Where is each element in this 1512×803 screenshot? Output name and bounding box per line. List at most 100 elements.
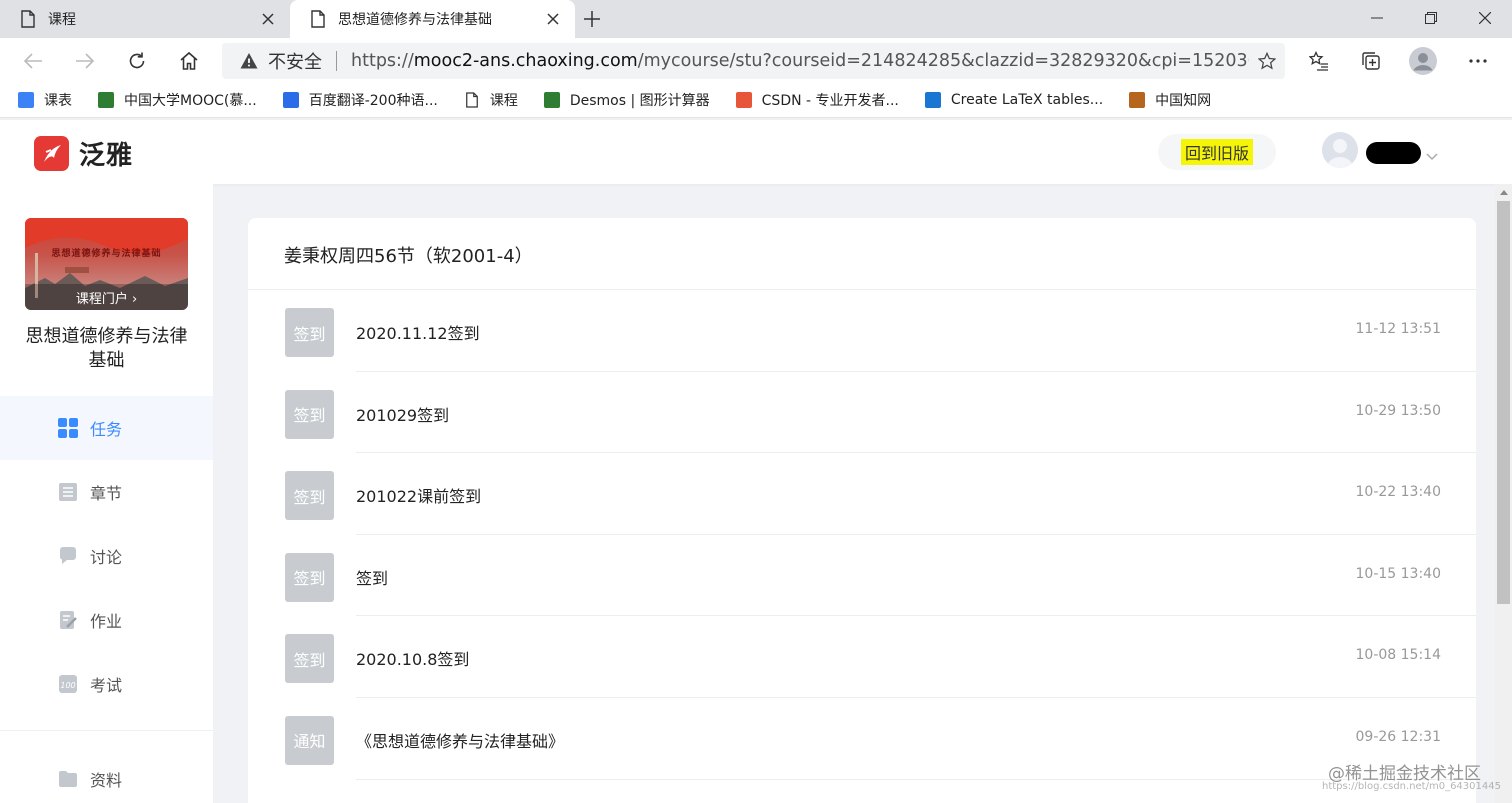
sidebar-nav: 任务 章节 讨论 作业 100 考试	[0, 396, 213, 716]
course-name: 思想道德修养与法律基础	[25, 326, 188, 371]
page-icon	[21, 10, 35, 28]
insecure-label: 不安全	[268, 52, 322, 73]
task-type-badge: 签到	[285, 308, 334, 357]
task-time: 10-08 15:14	[1355, 647, 1441, 664]
bookmark-label: 课表	[44, 92, 72, 109]
close-tab-icon[interactable]	[543, 9, 563, 29]
sidebar-item-discussion[interactable]: 讨论	[0, 524, 213, 588]
task-grid-icon	[58, 418, 78, 438]
bookmark-label: 中国知网	[1155, 92, 1212, 109]
folder-icon	[58, 769, 78, 789]
bookmark-label: 中国大学MOOC(慕...	[124, 92, 257, 109]
bookmark-label: 百度翻译-200种语...	[308, 92, 438, 109]
task-row[interactable]: 通知 《思想道德修养与法律基础》 09-26 12:31	[248, 698, 1476, 780]
sidebar-item-chapters[interactable]: 章节	[0, 460, 213, 524]
username-redacted[interactable]	[1366, 142, 1421, 164]
sidebar-item-homework[interactable]: 作业	[0, 588, 213, 652]
kebiao-icon	[18, 91, 34, 108]
forward-arrow-icon[interactable]	[68, 44, 102, 78]
task-type-badge: 签到	[285, 552, 334, 602]
course-cover-image[interactable]: 思想道德修养与法律基础 课程门户 ›	[25, 218, 188, 310]
sidebar-divider	[0, 730, 213, 731]
task-title[interactable]: 201022课前签到	[356, 483, 481, 507]
task-row[interactable]: 签到 201029签到 10-29 13:50	[248, 372, 1476, 454]
new-tab-plus-icon[interactable]	[580, 7, 604, 31]
favorite-star-icon[interactable]	[1249, 52, 1285, 70]
task-title[interactable]: 2020.11.12签到	[356, 320, 480, 344]
exam-icon: 100	[58, 674, 78, 694]
scrollbar-thumb[interactable]	[1497, 201, 1510, 604]
bookmark-label: CSDN - 专业开发者...	[761, 92, 899, 109]
bookmark-item[interactable]: 课程	[464, 90, 518, 110]
favorites-list-icon[interactable]	[1302, 44, 1336, 78]
browser-tab[interactable]: 课程	[0, 0, 290, 38]
task-row[interactable]: 签到 2020.10.8签到 10-08 15:14	[248, 616, 1476, 698]
more-menu-icon[interactable]	[1461, 44, 1495, 78]
csdn-icon	[735, 91, 752, 108]
bookmark-item[interactable]: Desmos | 图形计算器	[543, 90, 710, 110]
task-title[interactable]: 签到	[356, 565, 388, 589]
task-row[interactable]: 签到 签到 10-15 13:40	[248, 535, 1476, 617]
homework-icon	[58, 610, 78, 630]
bookmark-item[interactable]: 百度翻译-200种语...	[282, 90, 438, 110]
bookmark-item[interactable]: 中国大学MOOC(慕...	[98, 90, 257, 110]
task-title[interactable]: 《思想道德修养与法律基础》	[356, 728, 564, 752]
old-version-label: 回到旧版	[1180, 139, 1253, 165]
task-time: 10-29 13:50	[1355, 402, 1441, 419]
bookmark-item[interactable]: Create LaTeX tables...	[924, 91, 1103, 108]
url-text[interactable]: https://mooc2-ans.chaoxing.com/mycourse/…	[351, 51, 1249, 71]
collections-icon[interactable]	[1354, 44, 1388, 78]
home-icon[interactable]	[172, 44, 206, 78]
user-avatar[interactable]	[1322, 132, 1358, 168]
browser-tab-bar: 课程 思想道德修养与法律基础	[0, 0, 1512, 38]
site-logo[interactable]: 泛雅	[34, 135, 133, 172]
sidebar-item-resources[interactable]: 资料	[0, 747, 213, 803]
mooc-icon	[98, 91, 114, 108]
refresh-icon[interactable]	[120, 44, 154, 78]
close-window-icon[interactable]	[1458, 0, 1512, 36]
browser-tab-active[interactable]: 思想道德修养与法律基础	[290, 0, 575, 38]
restore-icon[interactable]	[1404, 0, 1458, 36]
sidebar-item-label: 任务	[90, 420, 123, 439]
task-type-badge: 签到	[285, 389, 334, 439]
minimize-icon[interactable]	[1350, 0, 1404, 36]
watermark-url: https://blog.csdn.net/m0_64301445	[1322, 781, 1501, 792]
sidebar-item-label: 讨论	[90, 548, 123, 567]
back-arrow-icon[interactable]	[16, 44, 50, 78]
tab-title: 思想道德修养与法律基础	[338, 12, 492, 28]
fanya-logo-icon	[34, 136, 69, 171]
baidu-translate-icon	[282, 91, 299, 108]
task-time: 11-12 13:51	[1355, 321, 1441, 337]
task-divider	[356, 778, 1476, 780]
task-row[interactable]: 签到 201022课前签到 10-22 13:40	[248, 453, 1476, 535]
task-title[interactable]: 2020.10.8签到	[356, 646, 469, 670]
course-portal-link[interactable]: 课程门户 ›	[25, 284, 188, 310]
sidebar-item-tasks[interactable]: 任务	[0, 396, 213, 460]
url-host: mooc2-ans.chaoxing.com	[413, 51, 638, 71]
task-time: 10-22 13:40	[1355, 484, 1441, 501]
sidebar-item-exam[interactable]: 100 考试	[0, 652, 213, 716]
sidebar-item-label: 考试	[90, 676, 123, 695]
bookmark-item[interactable]: CSDN - 专业开发者...	[735, 90, 899, 110]
sidebar-item-label: 作业	[90, 612, 123, 631]
profile-avatar-icon[interactable]	[1406, 44, 1440, 78]
site-header: 泛雅 回到旧版	[0, 120, 1512, 184]
back-to-old-version-button[interactable]: 回到旧版	[1158, 134, 1276, 170]
task-row[interactable]: 签到 2020.11.12签到 11-12 13:51	[248, 290, 1476, 372]
scroll-up-arrow-icon[interactable]	[1497, 186, 1510, 199]
url-bar[interactable]: 不安全 https://mooc2-ans.chaoxing.com/mycou…	[222, 43, 1285, 79]
task-title[interactable]: 201029签到	[356, 402, 449, 426]
bookmarks-bar: 课表 中国大学MOOC(慕... 百度翻译-200种语... 课程 Desmos | 图…	[0, 82, 1512, 118]
url-path: /mycourse/stu?courseid=214824285&clazzid…	[637, 51, 1249, 71]
discussion-icon	[58, 546, 78, 566]
latex-tables-icon	[924, 91, 941, 108]
cnki-icon	[1129, 91, 1146, 108]
class-title: 姜秉权周四56节（软2001-4）	[284, 246, 533, 267]
close-tab-icon[interactable]	[258, 9, 278, 29]
url-prefix: https://	[351, 51, 414, 71]
bookmark-item[interactable]: 中国知网	[1129, 90, 1211, 110]
chevron-down-icon[interactable]	[1426, 146, 1438, 165]
bookmark-item[interactable]: 课表	[18, 90, 72, 110]
bookmark-label: Desmos | 图形计算器	[569, 92, 710, 109]
task-type-badge: 通知	[285, 715, 334, 765]
